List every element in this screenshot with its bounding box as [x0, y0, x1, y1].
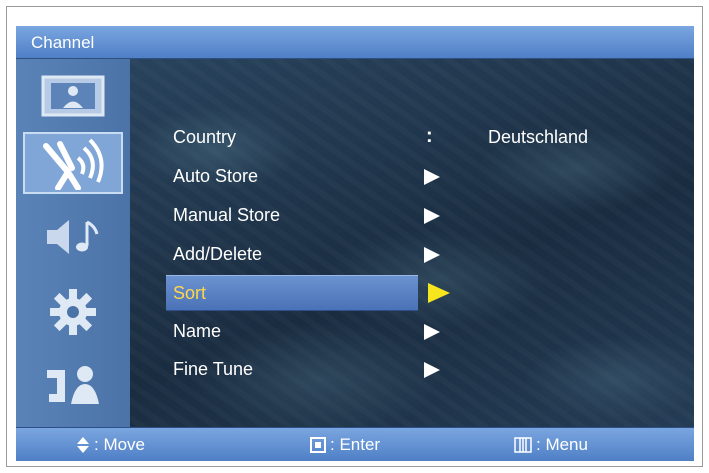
help-bar: : Move : Enter : Menu [16, 427, 694, 461]
menu-item-label: Add/Delete [173, 244, 263, 264]
submenu-arrow-icon [424, 247, 440, 263]
menu-button-icon [514, 436, 532, 453]
menu-item-label: Auto Store [173, 166, 259, 186]
menu-item-label: Manual Store [173, 205, 281, 225]
menu-item-sort[interactable]: Sort [166, 275, 418, 311]
menu-item-country[interactable]: Country [166, 121, 418, 154]
menu-item-auto-store[interactable]: Auto Store [166, 160, 418, 193]
menu-title: Channel [16, 26, 694, 59]
sidebar-item-channel[interactable] [23, 132, 123, 194]
menu-item-label: Country [173, 127, 237, 147]
gear-icon [50, 289, 96, 335]
menu-item-fine-tune[interactable]: Fine Tune [166, 353, 418, 386]
menu-content: Country : Deutschland Auto Store Manual … [16, 59, 694, 427]
help-menu: : Menu [514, 428, 588, 461]
sidebar-item-setup[interactable] [23, 281, 123, 343]
menu-item-manual-store[interactable]: Manual Store [166, 199, 418, 232]
help-enter: : Enter [310, 428, 380, 461]
sidebar-item-input[interactable] [23, 352, 123, 414]
menu-item-label: Fine Tune [173, 359, 254, 379]
osd-menu: Channel Country: Deutschland Auto Store… [16, 26, 694, 461]
up-down-icon [77, 436, 89, 453]
menu-item-label: Name [173, 321, 222, 341]
submenu-arrow-icon [424, 362, 440, 378]
menu-item-label: Sort [173, 283, 207, 303]
submenu-arrow-icon [424, 169, 440, 185]
menu-item-name[interactable]: Name [166, 315, 418, 348]
help-move: : Move [76, 428, 145, 461]
submenu-arrow-icon [424, 208, 440, 224]
sidebar-item-picture[interactable] [23, 65, 123, 127]
antenna-icon [43, 138, 104, 190]
sidebar-item-sound[interactable] [23, 207, 123, 269]
speaker-music-icon [47, 220, 99, 254]
input-icon [47, 366, 99, 404]
submenu-arrow-icon [424, 324, 440, 340]
menu-item-add-delete[interactable]: Add/Delete [166, 238, 418, 271]
picture-icon [41, 75, 105, 117]
category-sidebar [16, 59, 130, 427]
enter-button-icon [310, 436, 326, 453]
submenu-arrow-icon [428, 283, 450, 303]
country-value: Deutschland [488, 127, 589, 147]
country-separator: : [426, 125, 433, 147]
